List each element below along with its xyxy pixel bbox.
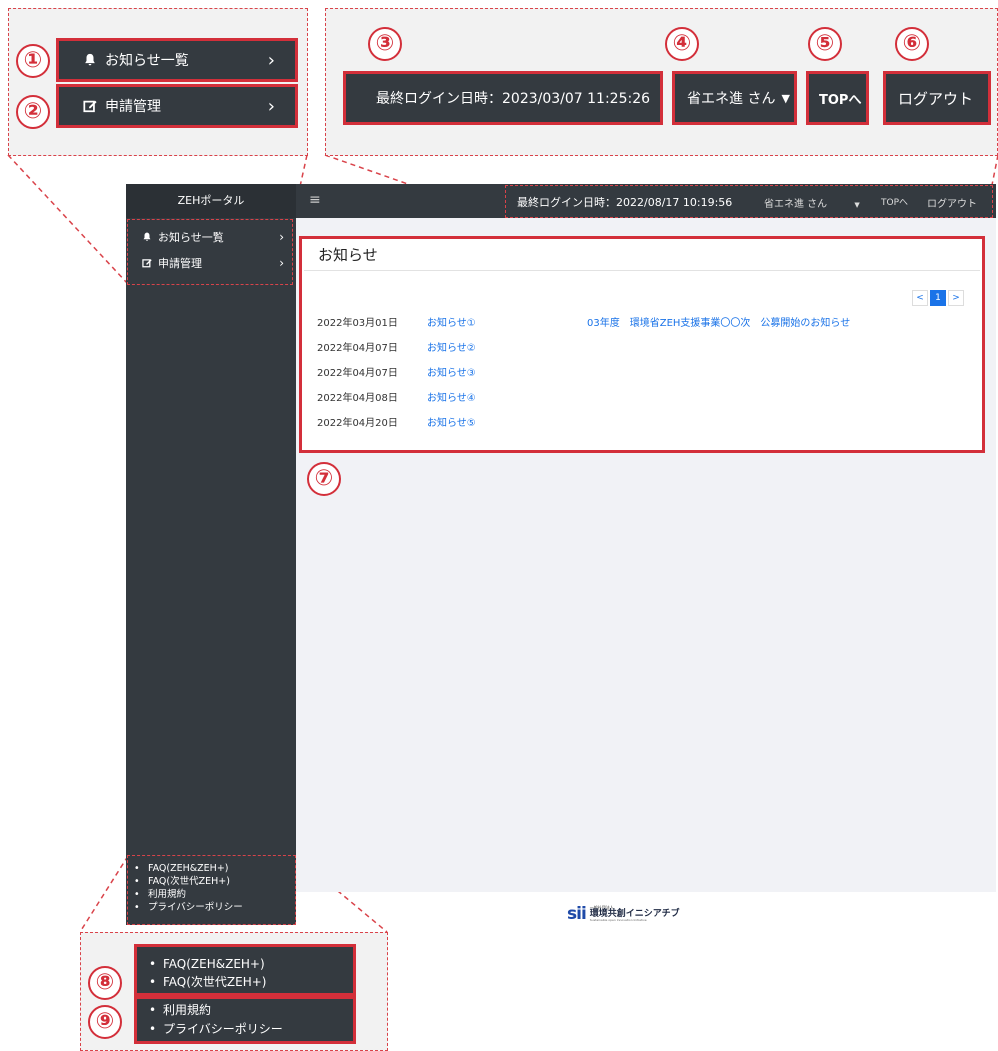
topbar-user-menu[interactable]: 省エネ進 さん ▼: [764, 195, 860, 210]
privacy-policy-link[interactable]: プライバシーポリシー: [145, 1020, 353, 1039]
privacy-policy-link[interactable]: プライバシーポリシー: [130, 901, 243, 914]
notice-link[interactable]: お知らせ⑤: [427, 414, 587, 429]
annotation-9: ⑨: [88, 1005, 122, 1039]
hamburger-menu-icon[interactable]: ≡: [309, 192, 321, 208]
annotation-3: ③: [368, 27, 402, 61]
last-login-text: 最終ログイン日時：2023/03/07 11:25:26: [376, 91, 651, 107]
notices-title: お知らせ: [318, 246, 378, 264]
notice-date: 2022年04月20日: [317, 418, 398, 429]
notice-link[interactable]: お知らせ②: [427, 339, 587, 354]
sidebar-item-notices[interactable]: お知らせ一覧 ›: [126, 224, 296, 250]
faq-zeh-link[interactable]: FAQ(ZEH&ZEH+): [145, 955, 353, 973]
caret-down-icon: ▼: [781, 91, 790, 105]
user-name: 省エネ進 さん: [687, 91, 776, 107]
footer-links: FAQ(ZEH&ZEH+) FAQ(次世代ZEH+) 利用規約 プライバシーポリ…: [130, 862, 243, 914]
pagination-next[interactable]: >: [948, 290, 964, 306]
sii-logo-mark: sii: [567, 904, 587, 924]
caret-down-icon: ▼: [854, 201, 860, 209]
chevron-right-icon: ›: [267, 49, 275, 71]
sii-logo-text: 一般社団法人 環境共創イニシアチブ Sustainable open Innov…: [590, 906, 680, 922]
topbar-logout[interactable]: ログアウト: [927, 195, 977, 210]
annotation-4: ④: [665, 27, 699, 61]
sidebar-menu: お知らせ一覧 › 申請管理 ›: [126, 224, 296, 276]
bell-icon: [143, 232, 151, 241]
brand-text: ZEHポータル: [177, 194, 245, 207]
list-item: 2022年04月08日 お知らせ④: [317, 384, 967, 409]
sii-logo: sii 一般社団法人 環境共創イニシアチブ Sustainable open I…: [567, 904, 680, 924]
topbar-last-login: 最終ログイン日時：2022/08/17 10:19:56: [517, 196, 733, 209]
notice-title[interactable]: 03年度 環境省ZEH支援事業〇〇次 公募開始のお知らせ: [587, 314, 850, 329]
list-item: 2022年04月20日 お知らせ⑤: [317, 409, 967, 434]
zoom-sidebar-item-applications[interactable]: 申請管理 ›: [56, 84, 298, 128]
pagination-prev[interactable]: <: [912, 290, 928, 306]
notice-link[interactable]: お知らせ④: [427, 389, 587, 404]
chevron-right-icon: ›: [279, 230, 284, 244]
zoom-sidebar-panel: [8, 8, 308, 156]
pagination-page-1[interactable]: 1: [930, 290, 946, 306]
logout-text: ログアウト: [898, 89, 974, 108]
annotation-6: ⑥: [895, 27, 929, 61]
zoom-sidebar-item-label: 申請管理: [105, 99, 161, 115]
sii-logo-sub: Sustainable open Innovation Initiative: [589, 918, 647, 922]
bell-icon: [85, 53, 95, 66]
zoom-top-link[interactable]: TOPへ: [806, 71, 869, 125]
zoom-policy-links: 利用規約 プライバシーポリシー: [134, 996, 356, 1044]
terms-link[interactable]: 利用規約: [130, 888, 243, 901]
annotation-1: ①: [16, 44, 50, 78]
zoom-sidebar-item-notices[interactable]: お知らせ一覧 ›: [56, 38, 298, 82]
edit-icon: [83, 100, 97, 113]
list-item: 2022年04月07日 お知らせ③: [317, 359, 967, 384]
notice-date: 2022年03月01日: [317, 318, 398, 329]
chevron-right-icon: ›: [267, 95, 275, 117]
zoom-user-menu[interactable]: 省エネ進 さん ▼: [672, 71, 797, 125]
app-sidebar: [126, 184, 296, 925]
top-link-text: TOPへ: [819, 92, 862, 108]
sidebar-item-label: 申請管理: [158, 257, 202, 270]
faq-next-gen-zeh-link[interactable]: FAQ(次世代ZEH+): [145, 973, 353, 991]
notices-list: 2022年03月01日 お知らせ① 03年度 環境省ZEH支援事業〇〇次 公募開…: [317, 309, 967, 434]
faq-links-list: FAQ(ZEH&ZEH+) FAQ(次世代ZEH+): [137, 955, 353, 991]
annotation-8: ⑧: [88, 966, 122, 1000]
annotation-5: ⑤: [808, 27, 842, 61]
zoom-sidebar-item-label: お知らせ一覧: [105, 53, 189, 69]
notice-date: 2022年04月08日: [317, 393, 398, 404]
sidebar-item-label: お知らせ一覧: [158, 231, 224, 244]
app-brand: ZEHポータル: [126, 184, 296, 218]
pagination: <1 >: [910, 285, 964, 306]
topbar-top-link[interactable]: TOPへ: [881, 195, 908, 208]
user-name: 省エネ進 さん: [764, 199, 828, 210]
edit-icon: [142, 259, 152, 268]
zoom-logout[interactable]: ログアウト: [883, 71, 991, 125]
notices-title-divider: [304, 270, 980, 271]
zoom-faq-links: FAQ(ZEH&ZEH+) FAQ(次世代ZEH+): [134, 944, 356, 996]
annotation-7: ⑦: [307, 462, 341, 496]
list-item: 2022年04月07日 お知らせ②: [317, 334, 967, 359]
sidebar-item-applications[interactable]: 申請管理 ›: [126, 250, 296, 276]
list-item: 2022年03月01日 お知らせ① 03年度 環境省ZEH支援事業〇〇次 公募開…: [317, 309, 967, 334]
policy-links-list: 利用規約 プライバシーポリシー: [137, 1001, 353, 1039]
faq-zeh-link[interactable]: FAQ(ZEH&ZEH+): [130, 862, 243, 875]
zoom-last-login: 最終ログイン日時：2023/03/07 11:25:26: [343, 71, 663, 125]
notice-link[interactable]: お知らせ①: [427, 314, 587, 329]
notice-date: 2022年04月07日: [317, 368, 398, 379]
faq-next-gen-zeh-link[interactable]: FAQ(次世代ZEH+): [130, 875, 243, 888]
terms-link[interactable]: 利用規約: [145, 1001, 353, 1020]
chevron-right-icon: ›: [279, 256, 284, 270]
notice-date: 2022年04月07日: [317, 343, 398, 354]
annotation-2: ②: [16, 95, 50, 129]
notice-link[interactable]: お知らせ③: [427, 364, 587, 379]
